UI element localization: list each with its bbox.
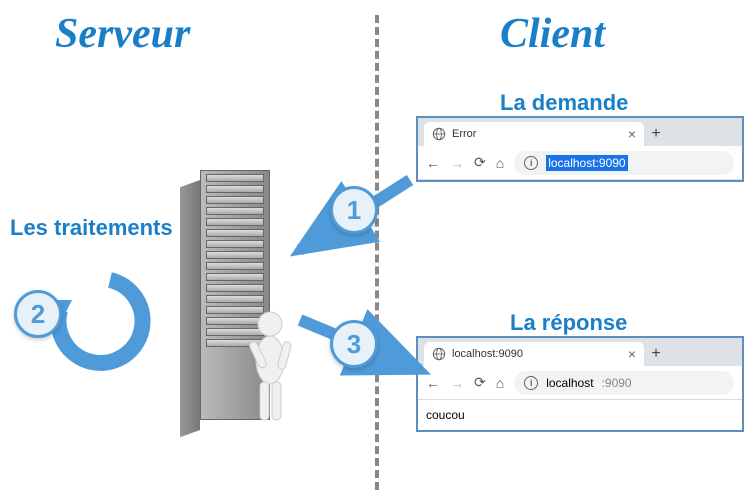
- close-icon[interactable]: ×: [628, 346, 636, 362]
- browser-body: coucou: [418, 400, 742, 430]
- info-icon: i: [524, 376, 538, 390]
- tab-row: Error × +: [418, 118, 742, 146]
- reload-icon[interactable]: ⟳: [474, 154, 486, 171]
- home-icon[interactable]: ⌂: [496, 375, 504, 391]
- cycle-arrow: [59, 280, 143, 363]
- tab-title: Error: [452, 128, 476, 140]
- address-bar[interactable]: i localhost:9090: [514, 151, 734, 175]
- browser-toolbar: ← → ⟳ ⌂ i localhost:9090: [418, 146, 742, 180]
- new-tab-button[interactable]: +: [644, 122, 668, 146]
- close-icon[interactable]: ×: [628, 126, 636, 142]
- browser-tab[interactable]: Error ×: [424, 122, 644, 146]
- step-2-badge: 2: [14, 290, 62, 338]
- response-label: La réponse: [510, 310, 627, 336]
- home-icon[interactable]: ⌂: [496, 155, 504, 171]
- server-heading: Serveur: [55, 10, 190, 58]
- client-heading: Client: [500, 10, 605, 58]
- forward-icon[interactable]: →: [450, 155, 464, 171]
- divider-line: [375, 15, 379, 490]
- new-tab-button[interactable]: +: [644, 342, 668, 366]
- browser-response: localhost:9090 × + ← → ⟳ ⌂ i localhost:9…: [416, 336, 744, 432]
- reload-icon[interactable]: ⟳: [474, 374, 486, 391]
- request-label: La demande: [500, 90, 628, 116]
- processing-label: Les traitements: [10, 215, 173, 241]
- forward-icon[interactable]: →: [450, 375, 464, 391]
- browser-request: Error × + ← → ⟳ ⌂ i localhost:9090: [416, 116, 744, 182]
- globe-icon: [432, 347, 446, 361]
- info-icon: i: [524, 156, 538, 170]
- url-port: :9090: [602, 376, 632, 390]
- back-icon[interactable]: ←: [426, 155, 440, 171]
- back-icon[interactable]: ←: [426, 375, 440, 391]
- url-text: localhost:9090: [546, 155, 627, 171]
- url-host: localhost: [546, 376, 593, 390]
- browser-tab[interactable]: localhost:9090 ×: [424, 342, 644, 366]
- tab-row: localhost:9090 × +: [418, 338, 742, 366]
- step-3-badge: 3: [330, 320, 378, 368]
- tab-title: localhost:9090: [452, 348, 523, 360]
- globe-icon: [432, 127, 446, 141]
- address-bar[interactable]: i localhost :9090: [514, 371, 734, 395]
- browser-toolbar: ← → ⟳ ⌂ i localhost :9090: [418, 366, 742, 400]
- step-1-badge: 1: [330, 186, 378, 234]
- mannequin-figure: [240, 310, 300, 430]
